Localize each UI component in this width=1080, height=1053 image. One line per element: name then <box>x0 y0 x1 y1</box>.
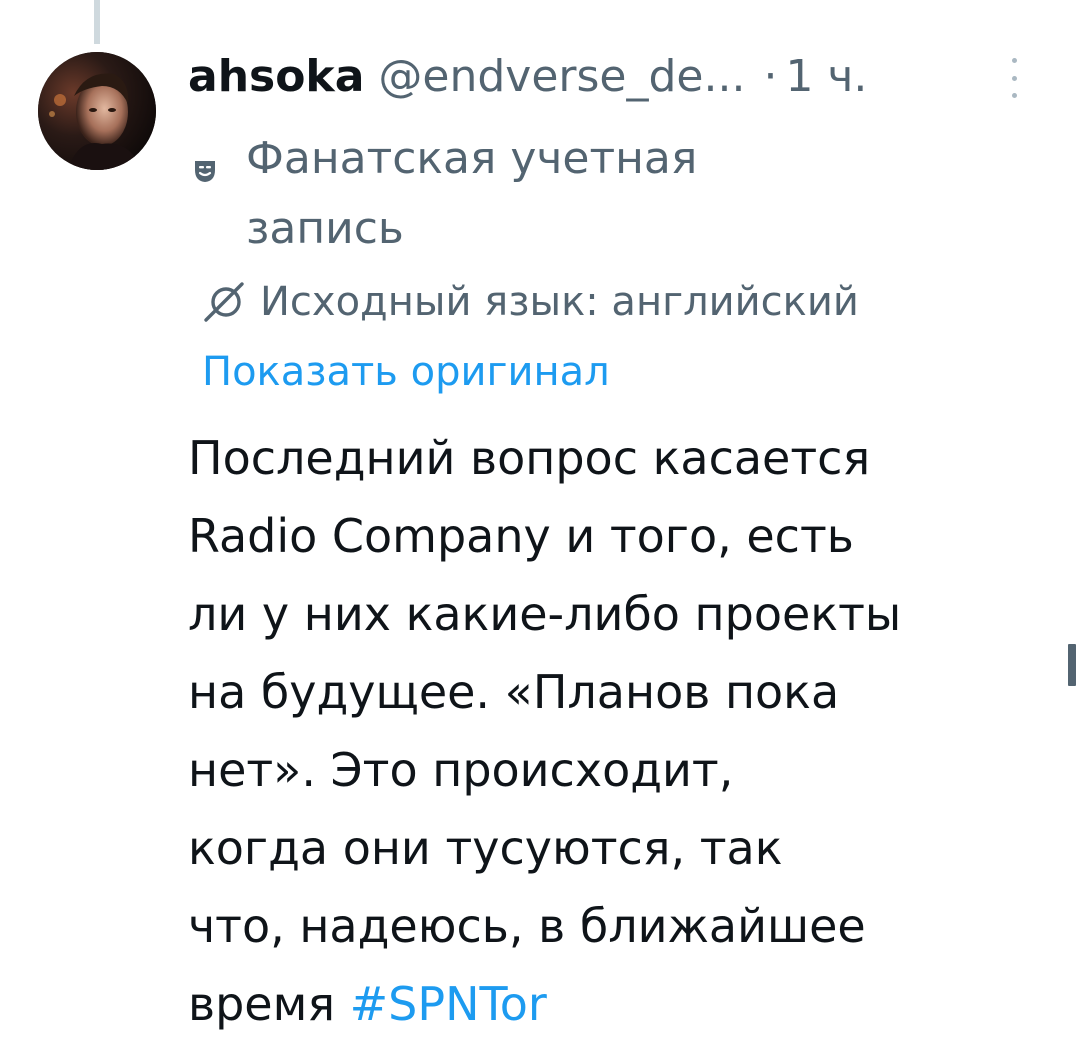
thread-connector-line <box>94 0 100 44</box>
affiliation-label: Фанатская учетная запись <box>246 124 846 264</box>
tweet-text-line: что, надеюсь, в ближайшее <box>188 899 866 953</box>
translate-icon <box>204 282 244 322</box>
theater-masks-icon <box>195 161 215 182</box>
tweet-text-line: когда они тусуются, так <box>188 821 783 875</box>
affiliation-badge: Фанатская учетная запись <box>188 116 1028 266</box>
affiliation-label-line-2: запись <box>246 203 404 254</box>
more-options-button[interactable] <box>1008 58 1020 98</box>
more-dot-icon <box>1011 93 1017 98</box>
author-handle[interactable]: @endverse_de... <box>378 44 745 110</box>
tweet-text-last-prefix: время <box>188 977 350 1031</box>
avatar[interactable] <box>38 52 156 170</box>
source-language-row: Исходный язык: английский <box>202 274 859 330</box>
avatar-image <box>38 52 156 170</box>
hashtag-link[interactable]: #SPNTor <box>350 977 547 1031</box>
source-language-label: Исходный язык: английский <box>260 279 859 325</box>
tweet-header: ahsoka @endverse_de... · 1 ч. <box>188 44 1028 110</box>
tweet-text-line: Последний вопрос касается <box>188 431 871 485</box>
tweet-body: ahsoka @endverse_de... · 1 ч. Фанатская … <box>188 44 1028 266</box>
tweet-text-line: Radio Company и того, есть <box>188 509 854 563</box>
affiliation-label-line-1: Фанатская учетная <box>246 133 698 184</box>
show-original-link[interactable]: Показать оригинал <box>202 344 610 400</box>
tweet-timestamp[interactable]: 1 ч. <box>785 44 867 110</box>
more-dot-icon <box>1011 75 1017 81</box>
tweet-text: Последний вопрос касается Radio Company … <box>188 419 1038 1043</box>
header-separator: · <box>763 51 778 102</box>
tweet-text-line: ли у них какие-либо проекты <box>188 587 902 641</box>
tweet-text-line: на будущее. «Планов пока <box>188 665 840 719</box>
scrollbar-thumb[interactable] <box>1068 644 1076 686</box>
author-name[interactable]: ahsoka <box>188 44 364 110</box>
more-dot-icon <box>1011 58 1017 63</box>
tweet-text-line: нет». Это происходит, <box>188 743 734 797</box>
tweet-text-line-last: время #SPNTor <box>188 965 1038 1043</box>
